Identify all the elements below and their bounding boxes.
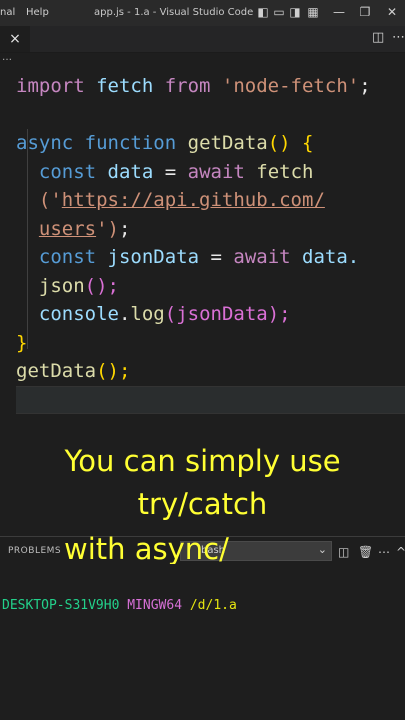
caption-line-2: try/catch — [137, 487, 268, 521]
split-terminal-icon[interactable]: ◫ — [338, 545, 349, 559]
code-line-3: async function getData() { — [16, 132, 314, 154]
caption-line-1: You can simply use — [64, 444, 341, 478]
menu-item-help[interactable]: Help — [26, 7, 49, 18]
tab-bar: × ◫ ⋯ — [0, 26, 405, 53]
more-icon[interactable]: ⋯ — [378, 545, 390, 559]
close-icon: × — [9, 31, 21, 47]
menu-item-partial[interactable]: nal — [0, 7, 15, 18]
trash-icon[interactable]: 🗑 — [358, 545, 373, 559]
window-title: app.js - 1.a - Visual Studio Code — [94, 7, 254, 18]
code-line-6: users'); — [38, 217, 131, 240]
chevron-down-icon: ⌄ — [317, 543, 327, 556]
code-line-7: const jsonData = await data. — [38, 246, 360, 268]
video-caption: You can simply use try/catch — [0, 440, 405, 526]
more-actions-icon[interactable]: ⋯ — [392, 30, 405, 45]
title-bar: nal Help app.js - 1.a - Visual Studio Co… — [0, 0, 405, 26]
code-line-10: } — [16, 331, 28, 354]
current-line-highlight — [16, 386, 405, 414]
terminal-prompt: DESKTOP-S31V9H0 MINGW64 /d/1.a — [2, 598, 237, 613]
code-line-9: console.log(jsonData); — [38, 303, 291, 325]
customize-layout-icon[interactable]: ▦ — [306, 5, 320, 19]
terminal[interactable]: DESKTOP-S31V9H0 MINGW64 /d/1.a — [0, 564, 405, 720]
code-text: import fetch from 'node-fetch'; async fu… — [16, 72, 371, 386]
toggle-panel-icon[interactable]: ▭ — [272, 5, 286, 19]
code-line-8: json(); — [38, 274, 119, 297]
chevron-up-icon[interactable]: ^ — [396, 545, 405, 559]
breadcrumb[interactable]: … — [2, 52, 12, 63]
split-editor-icon[interactable]: ◫ — [372, 30, 384, 45]
code-line-11: getData(); — [16, 360, 131, 382]
tab-close-button[interactable]: × — [0, 26, 30, 52]
code-line-4: const data = await fetch — [38, 160, 314, 183]
minimize-icon[interactable]: — — [332, 5, 346, 19]
code-line-5: ('https://api.github.com/ — [38, 189, 325, 211]
toggle-secondary-sidebar-icon[interactable]: ◨ — [288, 5, 302, 19]
restore-icon[interactable]: ❐ — [358, 5, 372, 19]
tab-problems[interactable]: PROBLEMS — [8, 546, 61, 556]
close-window-icon[interactable]: ✕ — [385, 5, 399, 19]
toggle-sidebar-icon[interactable]: ◧ — [256, 5, 270, 19]
code-line-1: import fetch from 'node-fetch'; — [16, 75, 371, 97]
